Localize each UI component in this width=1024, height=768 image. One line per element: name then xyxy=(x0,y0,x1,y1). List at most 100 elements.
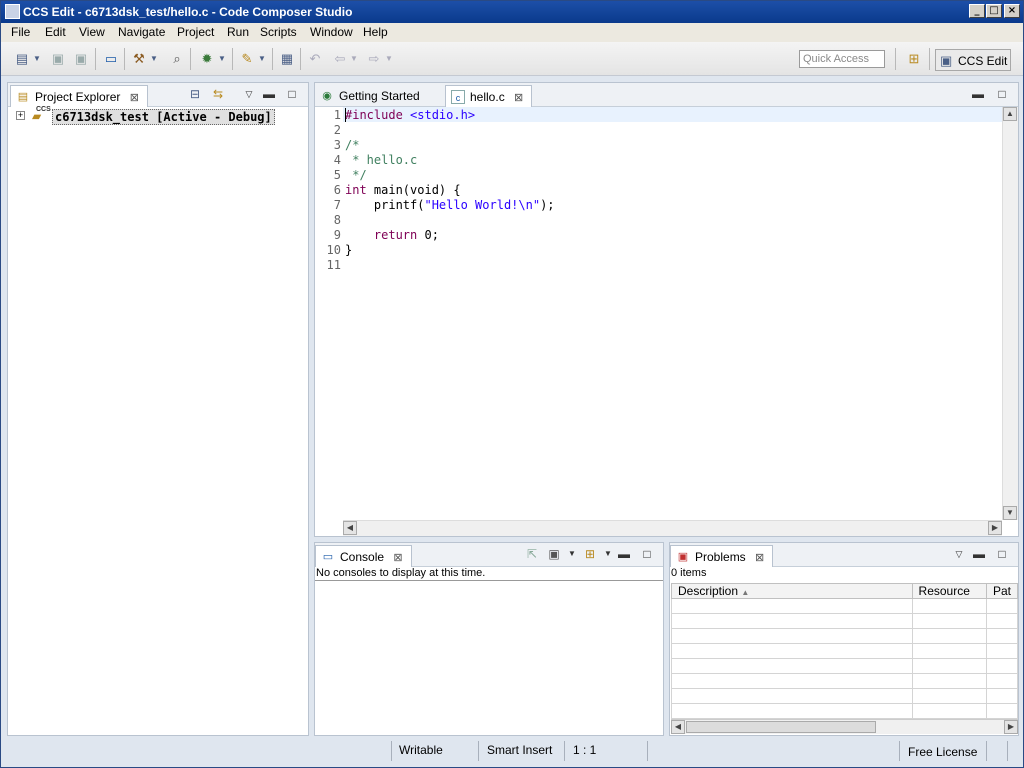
new-dropdown-icon[interactable]: ▼ xyxy=(32,51,42,67)
new-icon[interactable]: ▤ xyxy=(13,51,31,67)
tab-problems[interactable]: ▣ Problems ⊠ xyxy=(670,545,774,567)
close-button[interactable]: × xyxy=(1004,4,1020,18)
display-console-icon[interactable]: ▣ xyxy=(547,547,561,561)
code-line: int main(void) { xyxy=(345,183,461,197)
expand-icon[interactable]: + xyxy=(16,111,25,120)
quick-access-input[interactable]: Quick Access xyxy=(799,50,885,68)
maximize-view-icon[interactable]: □ xyxy=(995,87,1009,101)
tab-hello-c[interactable]: c hello.c ⊠ xyxy=(445,85,533,107)
menu-bar: File Edit View Navigate Project Run Scri… xyxy=(1,23,1023,42)
status-cursor-position: 1 : 1 xyxy=(573,743,597,757)
forward-dropdown-icon[interactable]: ▼ xyxy=(384,51,394,67)
close-tab-icon[interactable]: ⊠ xyxy=(514,92,523,104)
menu-view[interactable]: View xyxy=(79,25,105,39)
tab-label: Project Explorer xyxy=(35,90,121,104)
scroll-up-icon[interactable]: ▲ xyxy=(1003,107,1017,121)
code-text: main(void) { xyxy=(366,183,461,197)
open-console-dropdown-icon[interactable]: ▼ xyxy=(601,547,615,561)
code-line: } xyxy=(345,243,353,257)
tree-item-project[interactable]: + ▰ CCS c6713dsk_test [Active - Debug] xyxy=(14,106,304,125)
menu-navigate[interactable]: Navigate xyxy=(118,25,165,39)
display-console-dropdown-icon[interactable]: ▼ xyxy=(565,547,579,561)
menu-help[interactable]: Help xyxy=(363,25,388,39)
menu-edit[interactable]: Edit xyxy=(45,25,66,39)
view-menu-icon[interactable]: ▽ xyxy=(242,87,256,101)
tab-console[interactable]: ▭ Console ⊠ xyxy=(315,545,412,567)
build-dropdown-icon[interactable]: ▼ xyxy=(149,51,159,67)
column-header-resource[interactable]: Resource xyxy=(911,583,987,599)
perspective-ccs-edit-button[interactable]: ▣ CCS Edit xyxy=(935,49,1011,71)
close-tab-icon[interactable]: ⊠ xyxy=(393,552,402,564)
tab-getting-started[interactable]: ◉ Getting Started xyxy=(315,85,428,107)
debug-bug-icon[interactable]: ✹ xyxy=(198,51,216,67)
close-tab-icon[interactable]: ⊠ xyxy=(130,92,139,104)
pin-console-icon[interactable]: ⇱ xyxy=(525,547,539,561)
status-bar: Writable Smart Insert 1 : 1 Free License xyxy=(1,738,1023,767)
link-with-editor-icon[interactable]: ⇆ xyxy=(211,87,225,101)
maximize-button[interactable]: □ xyxy=(986,4,1002,18)
collapse-all-icon[interactable]: ⊟ xyxy=(188,87,202,101)
scroll-right-icon[interactable]: ▶ xyxy=(988,521,1002,535)
maximize-view-icon[interactable]: □ xyxy=(995,547,1009,561)
forward-arrow-icon[interactable]: ⇨ xyxy=(365,51,383,67)
tab-project-explorer[interactable]: ▤ Project Explorer ⊠ xyxy=(10,85,148,107)
column-label: Description xyxy=(678,584,739,598)
scroll-thumb[interactable] xyxy=(686,721,876,733)
open-console-icon[interactable]: ⊞ xyxy=(583,547,597,561)
problems-count: 0 items xyxy=(671,567,707,579)
line-number: 5 xyxy=(333,168,341,182)
view-menu-icon[interactable]: ▽ xyxy=(952,547,966,561)
debug-dropdown-icon[interactable]: ▼ xyxy=(217,51,227,67)
problems-horizontal-scrollbar[interactable]: ◀ ▶ xyxy=(671,719,1018,734)
code-line: return 0; xyxy=(345,228,439,242)
editor-tabstrip: ◉ Getting Started c hello.c ⊠ ▬ □ xyxy=(315,83,1018,107)
column-header-description[interactable]: Description ▲ xyxy=(671,583,913,599)
maximize-view-icon[interactable]: □ xyxy=(640,547,654,561)
task-list-icon[interactable]: ▦ xyxy=(278,51,296,67)
ccs-overlay-label: CCS xyxy=(36,106,51,113)
minimize-view-icon[interactable]: ▬ xyxy=(262,87,276,101)
debug-view-icon[interactable]: ▭ xyxy=(102,51,120,67)
code-text-area[interactable]: #include <stdio.h> /* * hello.c */ int m… xyxy=(343,107,1002,520)
minimize-view-icon[interactable]: ▬ xyxy=(972,547,986,561)
search-icon[interactable]: ⌕ xyxy=(168,51,186,67)
last-edit-icon[interactable]: ↶ xyxy=(306,51,324,67)
scroll-down-icon[interactable]: ▼ xyxy=(1003,506,1017,520)
editor-horizontal-scrollbar[interactable]: ◀ ▶ xyxy=(343,520,1002,536)
console-tabstrip: ▭ Console ⊠ ⇱ ▣ ▼ ⊞ ▼ ▬ □ xyxy=(315,543,663,567)
scroll-left-icon[interactable]: ◀ xyxy=(671,720,685,734)
close-tab-icon[interactable]: ⊠ xyxy=(755,552,764,564)
sort-ascending-icon: ▲ xyxy=(741,588,750,597)
menu-window[interactable]: Window xyxy=(310,25,353,39)
menu-run[interactable]: Run xyxy=(227,25,249,39)
tab-label: Console xyxy=(340,550,385,564)
code-line: #include <stdio.h> xyxy=(345,108,475,122)
string-literal: "Hello World!\n" xyxy=(424,198,541,212)
table-row xyxy=(671,613,1019,629)
explorer-tabstrip: ▤ Project Explorer ⊠ ⊟ ⇆ ▽ ▬ □ xyxy=(8,83,308,107)
minimize-view-icon[interactable]: ▬ xyxy=(971,87,985,101)
minimize-button[interactable]: _ xyxy=(969,4,985,18)
build-hammer-icon[interactable]: ⚒ xyxy=(130,51,148,67)
problems-tabstrip: ▣ Problems ⊠ ▽ ▬ □ xyxy=(670,543,1018,567)
back-arrow-icon[interactable]: ⇦ xyxy=(331,51,349,67)
menu-file[interactable]: File xyxy=(11,25,30,39)
menu-scripts[interactable]: Scripts xyxy=(260,25,297,39)
minimize-view-icon[interactable]: ▬ xyxy=(617,547,631,561)
menu-project[interactable]: Project xyxy=(177,25,214,39)
scroll-left-icon[interactable]: ◀ xyxy=(343,521,357,535)
open-perspective-icon[interactable]: ⊞ xyxy=(905,51,923,67)
flash-dropdown-icon[interactable]: ▼ xyxy=(257,51,267,67)
line-number-ruler: 1 2 3 4 5 6 7 8 9 10 11 xyxy=(315,107,343,520)
editor-vertical-scrollbar[interactable]: ▲ ▼ xyxy=(1002,107,1018,520)
back-dropdown-icon[interactable]: ▼ xyxy=(349,51,359,67)
column-header-path[interactable]: Pat xyxy=(985,583,1019,599)
code-line: /* xyxy=(345,138,360,152)
table-row xyxy=(671,628,1019,644)
save-all-icon[interactable]: ▣ xyxy=(72,51,90,67)
flash-icon[interactable]: ✎ xyxy=(238,51,256,67)
table-row xyxy=(671,703,1019,719)
scroll-right-icon[interactable]: ▶ xyxy=(1004,720,1018,734)
maximize-view-icon[interactable]: □ xyxy=(285,87,299,101)
save-icon[interactable]: ▣ xyxy=(49,51,67,67)
